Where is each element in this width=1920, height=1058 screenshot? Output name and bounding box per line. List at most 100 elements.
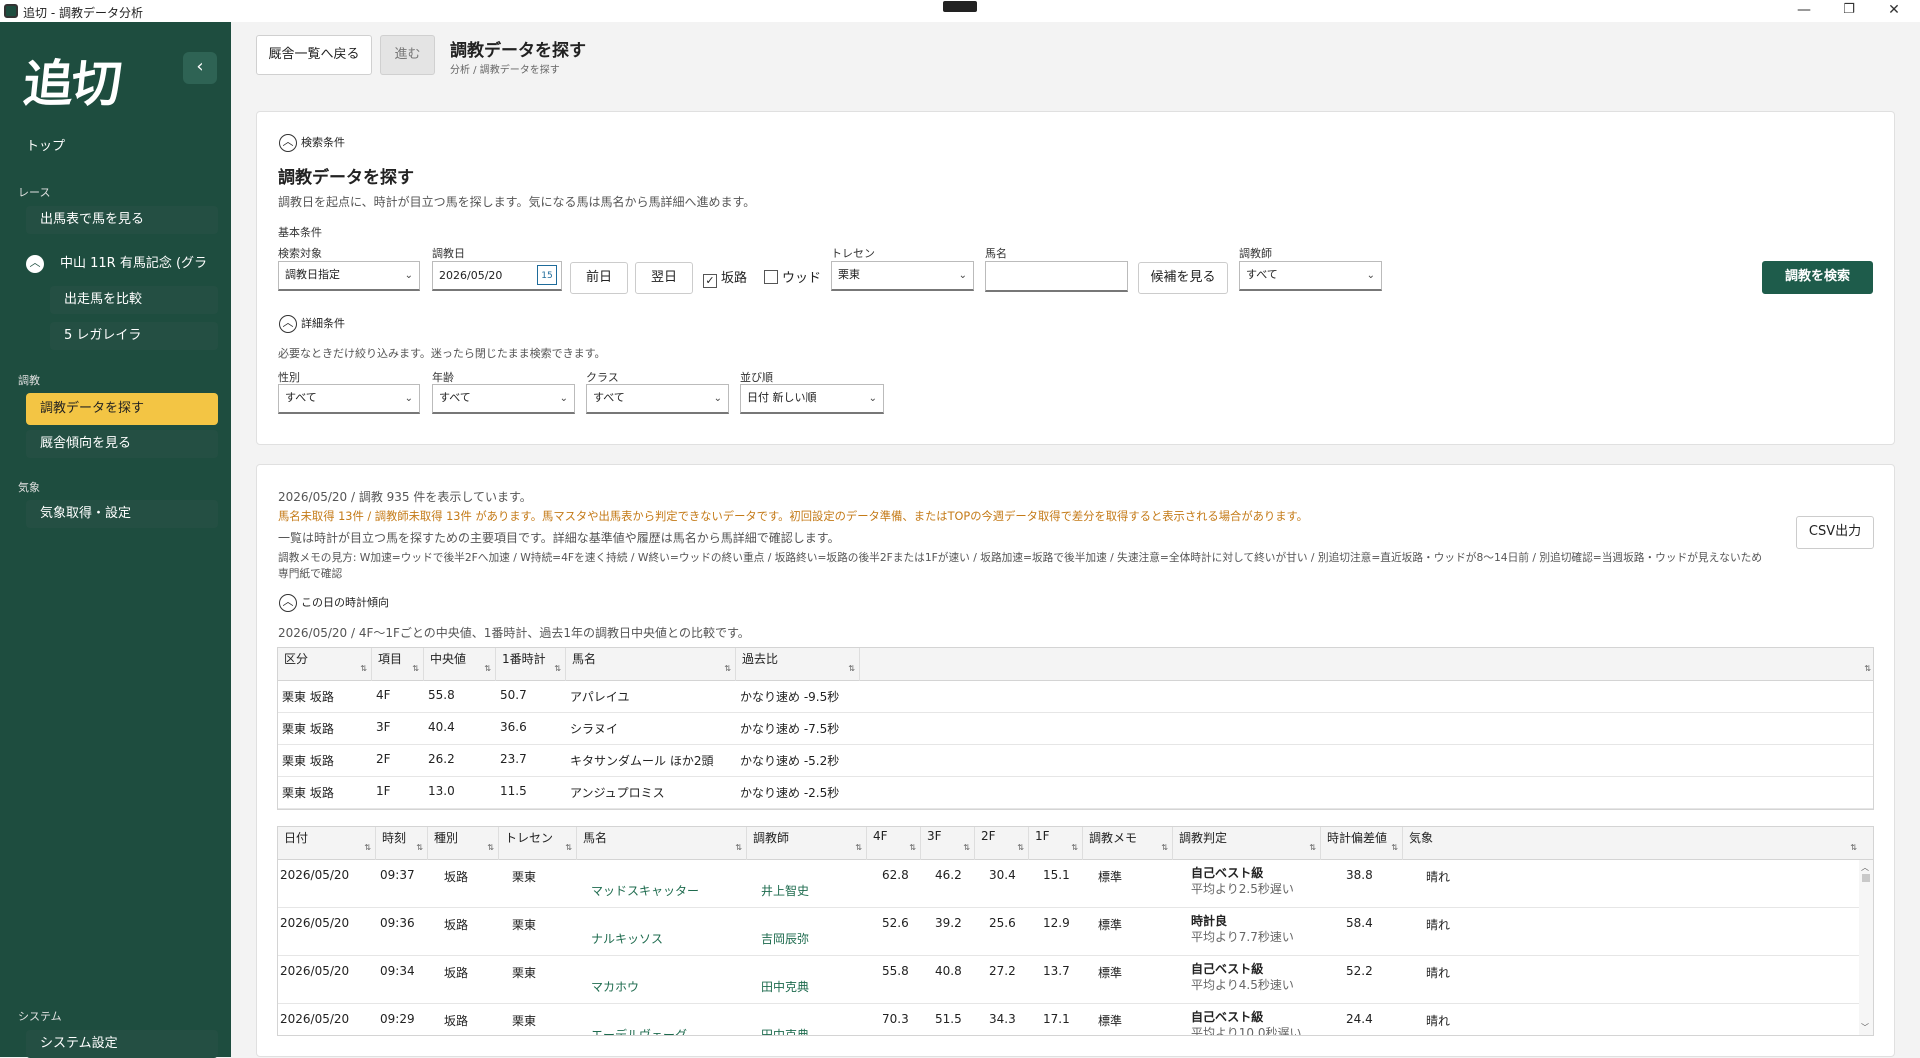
list-cell-trainer[interactable]: 吉岡辰弥: [761, 930, 809, 947]
scroll-up-icon[interactable]: ︿: [1861, 862, 1869, 873]
list-cell-trainer[interactable]: 田中克典: [761, 978, 809, 995]
restore-icon[interactable]: ❐: [1829, 0, 1869, 22]
list-cell-horse[interactable]: マカホウ: [591, 978, 639, 995]
sidebar-item-race[interactable]: ︿ 中山 11R 有馬記念 (グ⁠ラ: [26, 250, 218, 278]
list-item[interactable]: 2026/05/20 09:36 坂路 栗東 ナルキッソス 吉岡辰弥 52.6 39.2 25.…: [278, 908, 1861, 956]
scroll-thumb[interactable]: [1862, 874, 1870, 882]
calendar-icon[interactable]: 15: [537, 265, 557, 285]
page-title: 調教データを探す: [450, 41, 586, 61]
class-select[interactable]: すべて ⌄: [586, 384, 729, 414]
chevron-down-icon: ⌄: [559, 393, 568, 404]
list-col-deviation[interactable]: 時計偏差値 ⇅: [1321, 827, 1403, 860]
sidebar-item-entries[interactable]: 出馬表で馬を見る: [26, 206, 218, 234]
trend-cell: 40.4: [428, 720, 455, 734]
trend-col-horse[interactable]: 馬名 ⇅: [566, 648, 736, 681]
list-col-1f[interactable]: 1F ⇅: [1029, 827, 1083, 860]
list-item[interactable]: 2026/05/20 09:34 坂路 栗東 マカホウ 田中克典 55.8 40.8 27.2 1…: [278, 956, 1861, 1004]
list-cell-memo: 標準: [1098, 1014, 1123, 1028]
trend-description: 2026/05/20 / 4F〜1Fごとの中央値、1番時計、過去1年の調教日中央…: [278, 626, 750, 640]
trend-header: 区分 ⇅ 項目 ⇅ 中央値 ⇅ 1番時計 ⇅ 馬名 ⇅ 過去比 ⇅ ⇅: [278, 648, 1873, 681]
scroll-down-icon[interactable]: ﹀: [1861, 1022, 1869, 1033]
sidebar-collapse-button[interactable]: ‹: [183, 52, 217, 84]
trend-row[interactable]: 栗東 坂路 1F 13.0 11.5 アンジュプロミス かなり速め -2.5秒: [278, 777, 1873, 809]
list-cell-horse[interactable]: マッドスキャッター: [591, 882, 699, 899]
list-cell-horse[interactable]: ナルキッソス: [591, 930, 663, 947]
trend-col-compare[interactable]: 過去比 ⇅: [736, 648, 860, 681]
trend-cell: 栗東 坂路: [282, 754, 334, 768]
list-cell-f1: 13.7: [1043, 964, 1070, 978]
search-button[interactable]: 調教を検索: [1762, 261, 1873, 294]
list-col-date[interactable]: 日付 ⇅: [278, 827, 376, 860]
list-item[interactable]: 2026/05/20 09:37 坂路 栗東 マッドスキャッター 井上智史 62.8 46.2…: [278, 860, 1861, 908]
trend-toggle[interactable]: ︿ この日の時計傾向: [279, 594, 389, 612]
sort-icon: ⇅: [909, 843, 916, 852]
detail-conditions-toggle[interactable]: ︿ 詳細条件: [279, 315, 345, 333]
center-select[interactable]: 栗東 ⌄: [831, 261, 974, 291]
trainer-select[interactable]: すべて ⌄: [1239, 261, 1382, 291]
slope-checkbox[interactable]: ✓ 坂路: [703, 267, 747, 288]
results-warning: 馬名未取得 13件 / 調教師未取得 13件 があります。馬マスタや出馬表から判…: [278, 510, 1308, 523]
minimize-icon[interactable]: —: [1784, 0, 1824, 22]
trend-row[interactable]: 栗東 坂路 4F 55.8 50.7 アパレイユ かなり速め -9.5秒: [278, 681, 1873, 713]
sidebar-item-horse[interactable]: 5 レガレイラ: [50, 322, 218, 350]
list-cell-judge-sub: 平均より10.0秒遅い: [1191, 1026, 1302, 1036]
list-scrollbar[interactable]: ︿ ﹀: [1859, 860, 1873, 1035]
sidebar-item-stable[interactable]: 厩舎傾向を見る: [26, 430, 218, 458]
sidebar-item-training-search[interactable]: 調教データを探す: [26, 393, 218, 425]
target-select[interactable]: 調教日指定 ⌄: [278, 261, 420, 291]
trend-col-item[interactable]: 項目 ⇅: [372, 648, 424, 681]
forward-button[interactable]: 進む: [380, 35, 435, 75]
list-item[interactable]: 2026/05/20 09:29 坂路 栗東 エーデルヴェーグ 田中克典 70.3 51.5 3…: [278, 1004, 1861, 1036]
sidebar-item-top[interactable]: トップ: [26, 135, 65, 154]
list-col-4f[interactable]: 4F ⇅: [867, 827, 921, 860]
list-cell-center: 栗東: [512, 966, 537, 980]
prev-day-button[interactable]: 前日: [570, 262, 628, 294]
trend-cell: 11.5: [500, 784, 527, 798]
breadcrumb: 分析 / 調教データを探す: [450, 65, 560, 76]
list-col-trainer[interactable]: 調教師 ⇅: [747, 827, 867, 860]
sidebar-item-race-label: 中山 11R 有馬記念 (グ⁠ラ: [60, 256, 208, 271]
list-col-center[interactable]: トレセン ⇅: [499, 827, 577, 860]
trend-col-best[interactable]: 1番時計 ⇅: [496, 648, 566, 681]
list-col-memo[interactable]: 調教メモ ⇅: [1083, 827, 1173, 860]
list-cell-f4: 70.3: [882, 1012, 909, 1026]
chevron-down-icon: ⌄: [1366, 270, 1375, 281]
date-input[interactable]: 2026/05/20 15: [432, 261, 562, 291]
sidebar-item-compare[interactable]: 出走馬を比較: [50, 286, 218, 314]
window-titlebar: 追切 - 調教データ分析 — ❐ ✕: [0, 0, 1920, 22]
csv-export-button[interactable]: CSV出力: [1796, 516, 1874, 549]
list-cell-horse[interactable]: エーデルヴェーグ: [591, 1026, 687, 1035]
list-cell-trainer[interactable]: 田中克典: [761, 1026, 809, 1035]
back-button[interactable]: 厩舎一覧へ戻る: [256, 35, 372, 75]
trend-col-filler: ⇅: [860, 648, 1873, 681]
list-col-horse[interactable]: 馬名 ⇅: [577, 827, 747, 860]
sex-select[interactable]: すべて ⌄: [278, 384, 420, 414]
trend-col-median[interactable]: 中央値 ⇅: [424, 648, 496, 681]
next-day-button[interactable]: 翌日: [635, 262, 693, 294]
drag-handle[interactable]: [943, 1, 977, 12]
list-cell-dev: 24.4: [1346, 1012, 1373, 1026]
trend-row[interactable]: 栗東 坂路 3F 40.4 36.6 シラヌイ かなり速め -7.5秒: [278, 713, 1873, 745]
chevron-up-icon[interactable]: ︿: [26, 254, 44, 273]
search-conditions-toggle[interactable]: ︿ 検索条件: [279, 134, 345, 152]
chevron-up-icon: ︿: [279, 134, 297, 152]
list-col-time[interactable]: 時刻 ⇅: [376, 827, 428, 860]
candidates-button[interactable]: 候補を見る: [1138, 262, 1228, 294]
trend-col-division[interactable]: 区分 ⇅: [278, 648, 372, 681]
list-col-weather[interactable]: 気象 ⇅: [1403, 827, 1861, 860]
sidebar-item-weather[interactable]: 気象取得・設定: [26, 500, 218, 528]
list-cell-kind: 坂路: [444, 1014, 469, 1028]
list-col-3f[interactable]: 3F ⇅: [921, 827, 975, 860]
list-col-kind[interactable]: 種別 ⇅: [428, 827, 499, 860]
age-select[interactable]: すべて ⌄: [432, 384, 575, 414]
list-col-judge[interactable]: 調教判定 ⇅: [1173, 827, 1321, 860]
horse-name-input[interactable]: [985, 261, 1128, 292]
wood-checkbox[interactable]: ウッド: [764, 267, 821, 286]
sidebar-item-settings[interactable]: システム設定: [26, 1030, 218, 1058]
sort-select[interactable]: 日付 新しい順 ⌄: [740, 384, 884, 414]
memo-legend: 調教メモの見方: W加速=ウッドで後半2Fへ加速 / W持続=4Fを速く持続 /…: [278, 551, 1763, 564]
close-icon[interactable]: ✕: [1874, 0, 1914, 22]
list-col-2f[interactable]: 2F ⇅: [975, 827, 1029, 860]
list-cell-trainer[interactable]: 井上智史: [761, 882, 809, 899]
trend-row[interactable]: 栗東 坂路 2F 26.2 23.7 キタサンダムール ほか2頭 かなり速め -5.2秒: [278, 745, 1873, 777]
